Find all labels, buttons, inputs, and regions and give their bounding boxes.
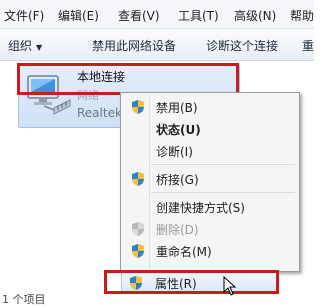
menu-advanced[interactable]: 高级(N) <box>234 7 276 24</box>
menu-view[interactable]: 查看(V) <box>118 7 160 24</box>
menu-edit[interactable]: 编辑(E) <box>58 7 99 24</box>
shield-icon <box>132 222 144 236</box>
menu-item-disable[interactable]: 禁用(B) <box>123 96 297 118</box>
menu-item-delete: 删除(D) <box>123 218 297 240</box>
menu-tools[interactable]: 工具(T) <box>178 7 219 24</box>
highlight-box-connection <box>17 63 239 95</box>
organize-button[interactable]: 组织 ▼ <box>8 37 42 54</box>
menu-item-bridge[interactable]: 桥接(G) <box>123 168 297 190</box>
menu-item-label: 创建快捷方式(S) <box>156 201 245 215</box>
menu-item-diagnose[interactable]: 诊断(I) <box>123 140 297 162</box>
command-toolbar: 组织 ▼ 禁用此网络设备 诊断这个连接 重 <box>0 29 314 61</box>
mouse-cursor-icon <box>223 276 237 296</box>
status-text: 1 个项目 <box>2 293 46 306</box>
menu-separator <box>151 164 295 165</box>
menu-item-label: 禁用(B) <box>156 101 198 115</box>
shield-icon <box>132 172 144 186</box>
menu-file[interactable]: 文件(F) <box>4 7 44 24</box>
menu-item-create-shortcut[interactable]: 创建快捷方式(S) <box>123 196 297 218</box>
menu-item-rename[interactable]: 重命名(M) <box>123 240 297 262</box>
menu-item-label: 状态(U) <box>156 123 201 137</box>
menu-separator <box>151 192 295 193</box>
menu-item-label: 重命名(M) <box>156 245 212 259</box>
menu-help[interactable]: 帮助 <box>290 7 314 24</box>
menu-item-label: 删除(D) <box>156 223 199 237</box>
context-menu: 禁用(B) 状态(U) 诊断(I) 桥接(G) 创建快捷方式(S) 删除(D) … <box>120 92 300 272</box>
disable-device-button[interactable]: 禁用此网络设备 <box>92 37 176 54</box>
menu-item-label: 桥接(G) <box>156 173 199 187</box>
connection-adapter: Realtek <box>77 106 122 120</box>
diagnose-button[interactable]: 诊断这个连接 <box>206 37 278 54</box>
shield-icon <box>132 100 144 114</box>
menu-item-status[interactable]: 状态(U) <box>123 118 297 140</box>
menu-bar: 文件(F) 编辑(E) 查看(V) 工具(T) 高级(N) 帮助 <box>0 0 314 29</box>
organize-label: 组织 <box>8 39 33 53</box>
chevron-down-icon: ▼ <box>36 43 43 52</box>
rename-button[interactable]: 重 <box>302 37 314 54</box>
highlight-box-properties <box>104 270 279 294</box>
menu-item-label: 诊断(I) <box>156 145 193 159</box>
shield-icon <box>132 244 144 258</box>
